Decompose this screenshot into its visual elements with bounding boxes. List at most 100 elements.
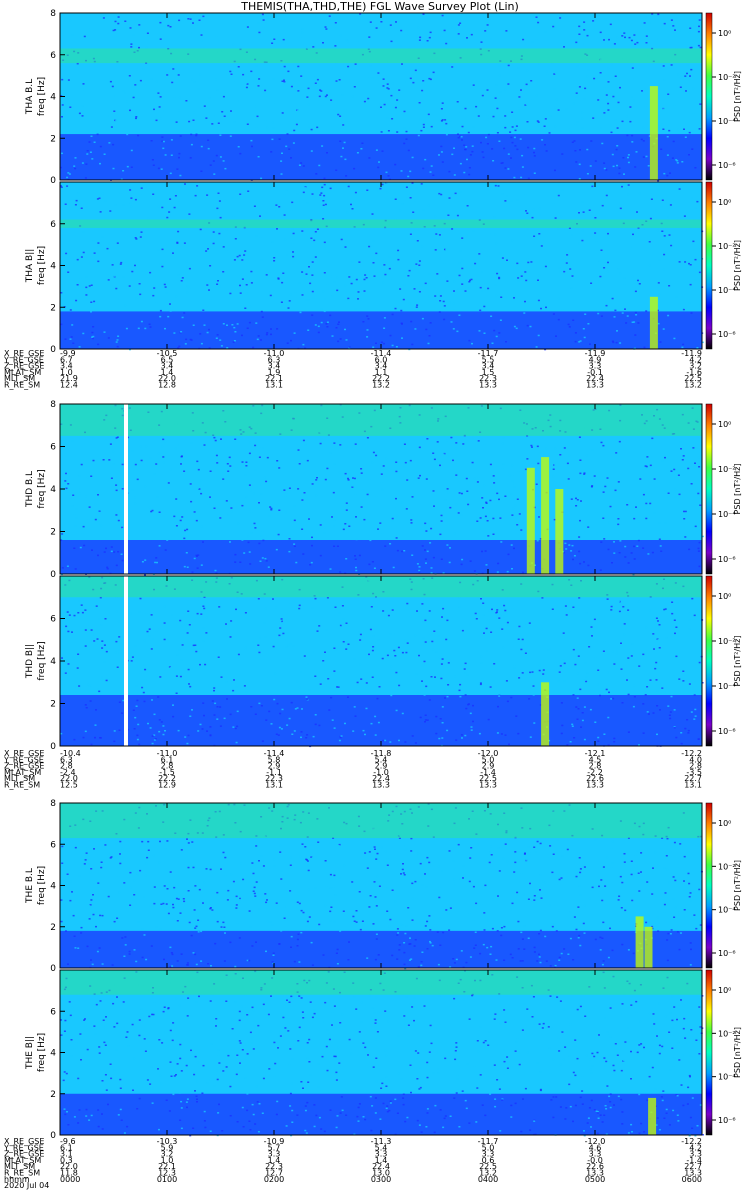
noise-speck (567, 668, 570, 670)
noise-speck (99, 211, 102, 213)
noise-speck (217, 192, 220, 194)
noise-speck (466, 205, 469, 207)
ephemeris-value: 12.5 (60, 781, 78, 790)
noise-speck (199, 663, 201, 666)
noise-speck (524, 194, 527, 196)
noise-speck (507, 553, 510, 556)
noise-speck (532, 208, 535, 211)
noise-speck (499, 517, 502, 519)
noise-speck (426, 719, 429, 721)
noise-speck (581, 719, 584, 722)
noise-speck (610, 848, 613, 850)
noise-speck (692, 87, 695, 90)
noise-speck (303, 655, 306, 657)
noise-speck (552, 853, 555, 855)
noise-speck (578, 436, 581, 438)
noise-speck (166, 539, 169, 541)
noise-speck (683, 880, 685, 882)
noise-speck (422, 80, 425, 82)
noise-speck (100, 678, 103, 681)
noise-speck (200, 525, 203, 528)
noise-speck (348, 276, 351, 278)
noise-speck (562, 23, 564, 25)
noise-speck (649, 502, 652, 505)
noise-speck (161, 445, 164, 448)
noise-speck (207, 139, 210, 141)
noise-speck (479, 952, 482, 955)
noise-speck (298, 902, 301, 905)
noise-speck (154, 561, 157, 564)
low-frequency-band (60, 1093, 702, 1135)
y-tick-label: 6 (50, 220, 56, 230)
noise-speck (401, 651, 404, 654)
noise-speck (491, 608, 493, 611)
noise-speck (331, 295, 334, 297)
noise-speck (231, 197, 234, 199)
noise-speck (76, 62, 79, 65)
noise-speck (368, 157, 371, 159)
noise-speck (115, 287, 118, 290)
noise-speck (611, 562, 613, 564)
noise-speck (387, 614, 390, 617)
noise-speck (624, 308, 626, 310)
noise-speck (497, 562, 500, 565)
noise-speck (667, 932, 670, 935)
noise-speck (636, 545, 639, 547)
noise-speck (562, 183, 565, 186)
noise-speck (238, 937, 241, 939)
noise-speck (529, 325, 532, 328)
ephemeris-thd: X_RE_GSEY_RE_GSEZ_RE_GSEMLAT_SMMLT_SMR_R… (3, 749, 702, 790)
noise-speck (439, 295, 442, 297)
noise-speck (235, 608, 237, 611)
noise-speck (375, 454, 378, 457)
noise-speck (69, 309, 72, 311)
noise-speck (301, 499, 304, 501)
noise-speck (258, 908, 261, 910)
noise-speck (438, 154, 440, 156)
noise-speck (238, 254, 241, 257)
noise-speck (246, 610, 249, 612)
noise-speck (259, 637, 261, 639)
noise-speck (607, 44, 610, 47)
noise-speck (526, 228, 529, 230)
noise-speck (213, 689, 215, 692)
noise-speck (354, 715, 357, 717)
noise-speck (374, 715, 377, 718)
noise-speck (166, 888, 169, 890)
noise-speck (606, 477, 609, 479)
noise-speck (378, 885, 381, 887)
noise-speck (188, 114, 191, 116)
noise-speck (628, 36, 631, 39)
noise-speck (376, 875, 379, 878)
noise-speck (75, 492, 78, 495)
noise-speck (155, 463, 158, 465)
noise-speck (506, 860, 509, 863)
noise-speck (308, 916, 311, 918)
noise-speck (690, 46, 693, 49)
noise-speck (245, 465, 248, 467)
noise-speck (145, 862, 148, 865)
noise-speck (173, 206, 176, 209)
noise-speck (264, 893, 267, 895)
noise-speck (271, 121, 274, 124)
noise-speck (522, 520, 525, 523)
noise-speck (186, 1015, 189, 1017)
noise-speck (297, 488, 300, 490)
noise-speck (642, 156, 645, 158)
noise-speck (551, 925, 554, 928)
noise-speck (411, 80, 413, 82)
noise-speck (670, 630, 673, 632)
noise-speck (130, 658, 132, 660)
noise-speck (460, 950, 463, 952)
noise-speck (160, 117, 162, 120)
noise-speck (515, 327, 518, 330)
noise-speck (71, 891, 73, 893)
noise-speck (526, 324, 529, 327)
noise-speck (209, 298, 212, 300)
noise-speck (481, 497, 484, 499)
noise-speck (115, 437, 118, 439)
noise-speck (98, 947, 101, 949)
noise-speck (314, 675, 317, 677)
noise-speck (249, 489, 252, 492)
noise-speck (142, 292, 144, 295)
